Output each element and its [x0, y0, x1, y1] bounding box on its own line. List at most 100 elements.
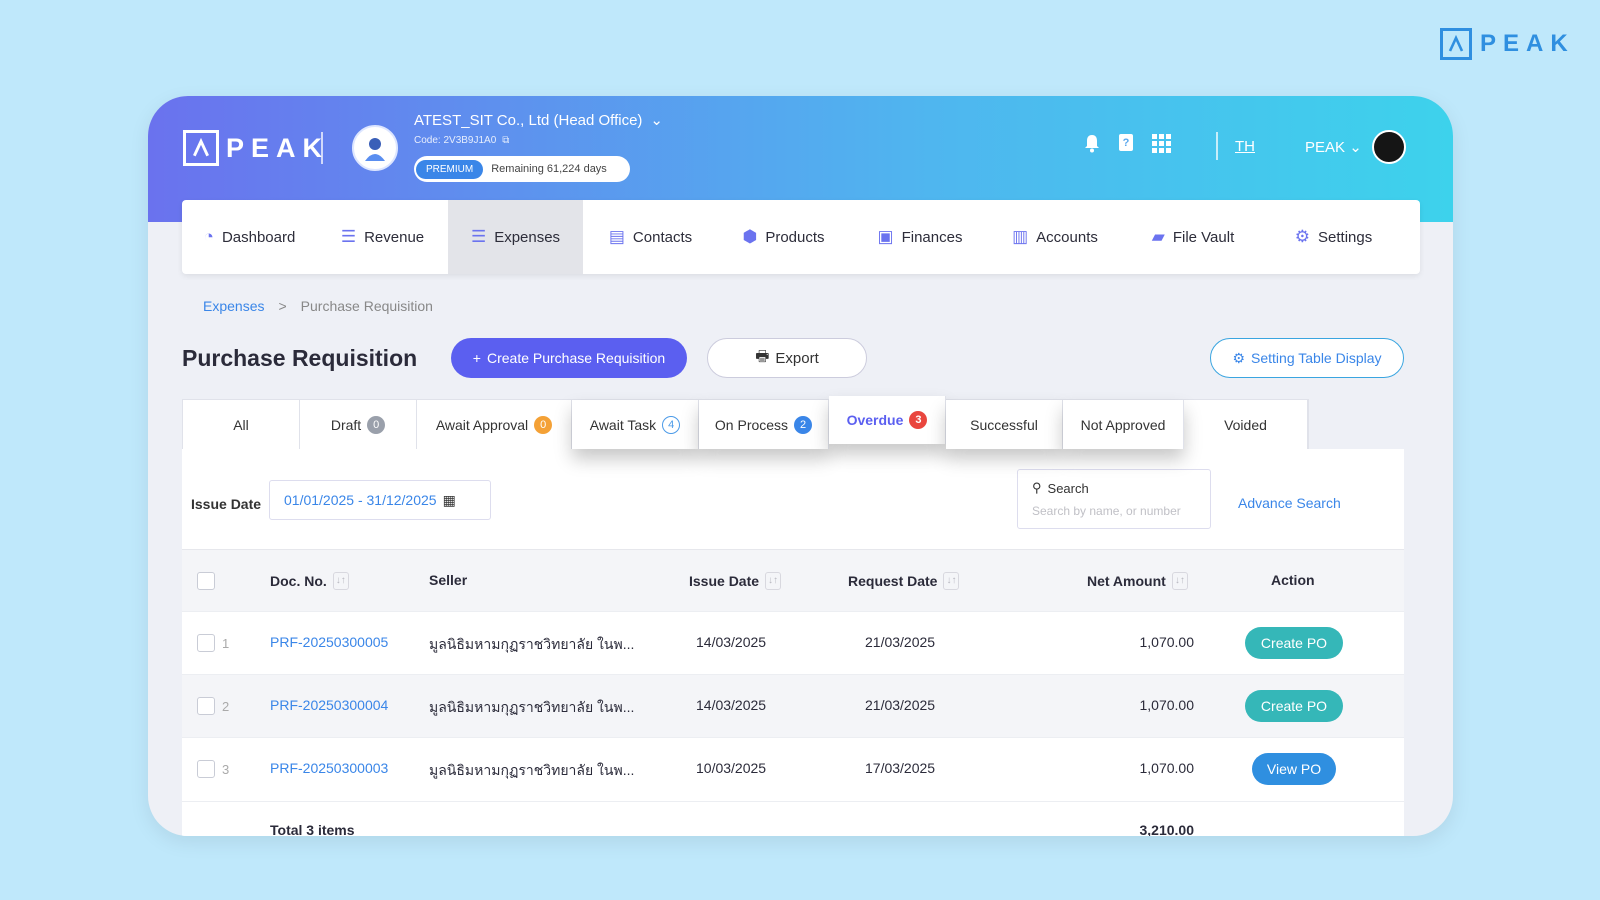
issue-date-cell: 10/03/2025 [696, 760, 767, 776]
view-po-button[interactable]: View PO [1252, 753, 1336, 785]
setting-table-display-button[interactable]: ⚙ Setting Table Display [1210, 338, 1404, 378]
contacts-icon: ▤ [608, 227, 625, 246]
doc-no-link[interactable]: PRF-20250300005 [270, 634, 388, 650]
issue-date-cell: 14/03/2025 [696, 697, 767, 713]
doc-no-link[interactable]: PRF-20250300004 [270, 697, 388, 713]
user-menu[interactable]: PEAK ⌄ [1305, 138, 1362, 156]
copy-icon[interactable]: ⧉ [502, 135, 509, 146]
breadcrumb-expenses[interactable]: Expenses [203, 298, 264, 314]
company-code: Code: 2V3B9J1A0 ⧉ [414, 135, 509, 146]
issue-date-range-picker[interactable]: 01/01/2025 - 31/12/2025 ▦ [269, 480, 491, 520]
issue-date-cell: 14/03/2025 [696, 634, 767, 650]
tab-await-task[interactable]: Await Task 4 [572, 400, 699, 449]
app-logo[interactable]: PEAK [183, 130, 329, 166]
create-button-label: Create Purchase Requisition [486, 350, 666, 366]
apps-grid-icon[interactable] [1150, 133, 1172, 159]
tab-not-approved[interactable]: Not Approved [1063, 400, 1184, 449]
app-window: PEAK ATEST_SIT Co., Ltd (Head Office) ⌄ … [148, 96, 1453, 836]
tab-label: Not Approved [1080, 416, 1166, 433]
row-checkbox[interactable] [197, 697, 215, 715]
list-icon: ☰ [470, 227, 487, 246]
seller-cell: มูลนิธิมหามกุฏราชวิทยาลัย ในพ... [429, 636, 635, 652]
sort-icon[interactable]: ↓↑ [1171, 572, 1188, 590]
row-checkbox[interactable] [197, 760, 215, 778]
user-name: PEAK [1305, 139, 1346, 156]
nav-item-file-vault[interactable]: ▰ File Vault [1119, 200, 1267, 274]
nav-item-settings[interactable]: ⚙ Settings [1267, 200, 1400, 274]
table-row: 1 PRF-20250300005 มูลนิธิมหามกุฏราชวิทยา… [182, 611, 1404, 674]
select-all-checkbox[interactable] [197, 572, 215, 590]
create-po-button[interactable]: Create PO [1245, 690, 1343, 722]
language-switch[interactable]: TH [1235, 138, 1255, 155]
list-icon: ☰ [340, 227, 357, 246]
nav-label: Expenses [494, 228, 561, 246]
column-label: Net Amount [1087, 573, 1166, 589]
search-input[interactable] [1032, 504, 1196, 518]
nav-item-products[interactable]: ⬢ Products [718, 200, 849, 274]
breadcrumb-current: Purchase Requisition [300, 298, 433, 314]
nav-item-revenue[interactable]: ☰ Revenue [317, 200, 448, 274]
column-request-date[interactable]: Request Date ↓↑ [848, 572, 960, 590]
column-issue-date[interactable]: Issue Date ↓↑ [689, 572, 782, 590]
peak-logo-icon [1440, 28, 1472, 60]
company-code-text: Code: 2V3B9J1A0 [414, 135, 497, 146]
nav-label: Accounts [1036, 228, 1098, 246]
plan-pill: PREMIUM Remaining 61,224 days [414, 156, 630, 182]
gear-icon: ⚙ [1294, 227, 1311, 246]
create-purchase-requisition-button[interactable]: + Create Purchase Requisition [451, 338, 687, 378]
sort-icon[interactable]: ↓↑ [943, 572, 960, 590]
company-selector[interactable]: ATEST_SIT Co., Ltd (Head Office) ⌄ [414, 111, 663, 130]
breadcrumb: Expenses > Purchase Requisition [203, 298, 433, 314]
tab-await-approval[interactable]: Await Approval 0 [417, 400, 572, 449]
column-seller: Seller [429, 572, 467, 588]
help-book-icon[interactable]: ? [1115, 133, 1137, 159]
seller-cell: มูลนิธิมหามกุฏราชวิทยาลัย ในพ... [429, 699, 635, 715]
column-doc-no[interactable]: Doc. No. ↓↑ [270, 572, 349, 590]
create-po-button[interactable]: Create PO [1245, 627, 1343, 659]
setting-button-label: Setting Table Display [1251, 350, 1382, 366]
nav-item-dashboard[interactable]: ◔ Dashboard [182, 200, 317, 274]
corner-logo-text: PEAK [1480, 30, 1575, 57]
row-number: 1 [222, 636, 230, 651]
export-button-label: Export [775, 349, 819, 367]
table-row: 3 PRF-20250300003 มูลนิธิมหามกุฏราชวิทยา… [182, 737, 1404, 800]
tab-overdue[interactable]: Overdue 3 [829, 396, 946, 444]
nav-label: Settings [1318, 228, 1373, 246]
nav-item-contacts[interactable]: ▤ Contacts [583, 200, 718, 274]
user-avatar[interactable] [1372, 130, 1406, 164]
main-nav: ◔ Dashboard ☰ Revenue ☰ Expenses ▤ Contacts … [182, 200, 1420, 274]
bell-icon[interactable] [1081, 133, 1103, 159]
column-label: Action [1271, 572, 1315, 588]
count-badge: 0 [367, 415, 386, 434]
corner-peak-logo: PEAK [1440, 28, 1575, 60]
sort-icon[interactable]: ↓↑ [332, 572, 349, 590]
tab-label: Await Approval [435, 416, 529, 433]
table-row: 2 PRF-20250300004 มูลนิธิมหามกุฏราชวิทยา… [182, 674, 1404, 737]
ledger-icon: ▥ [1012, 227, 1029, 246]
company-avatar[interactable] [352, 125, 398, 171]
advance-search-link[interactable]: Advance Search [1238, 495, 1341, 511]
nav-item-finances[interactable]: ▣ Finances [849, 200, 991, 274]
nav-item-expenses[interactable]: ☰ Expenses [448, 200, 583, 274]
sort-icon[interactable]: ↓↑ [765, 572, 782, 590]
tab-on-process[interactable]: On Process 2 [699, 400, 829, 449]
export-button[interactable]: 🖶 Export [707, 338, 867, 378]
nav-item-accounts[interactable]: ▥ Accounts [991, 200, 1119, 274]
table-header: Doc. No. ↓↑ Seller Issue Date ↓↑ Request D… [182, 549, 1404, 611]
tab-voided[interactable]: Voided [1184, 400, 1308, 449]
tab-successful[interactable]: Successful [946, 400, 1063, 449]
count-badge: 4 [662, 415, 681, 434]
row-number: 3 [222, 762, 230, 777]
column-net-amount[interactable]: Net Amount ↓↑ [1087, 572, 1188, 590]
folder-icon: ▰ [1151, 227, 1165, 246]
nav-label: Products [765, 228, 825, 246]
doc-no-link[interactable]: PRF-20250300003 [270, 760, 388, 776]
issue-date-value: 01/01/2025 - 31/12/2025 [284, 492, 437, 508]
tab-label: Draft [330, 416, 362, 433]
row-checkbox[interactable] [197, 634, 215, 652]
tab-draft[interactable]: Draft 0 [300, 400, 417, 449]
tab-all[interactable]: All [183, 400, 300, 449]
chevron-down-icon: ⌄ [650, 112, 663, 129]
gear-icon: ⚙ [1232, 349, 1246, 366]
header-divider [321, 132, 323, 164]
